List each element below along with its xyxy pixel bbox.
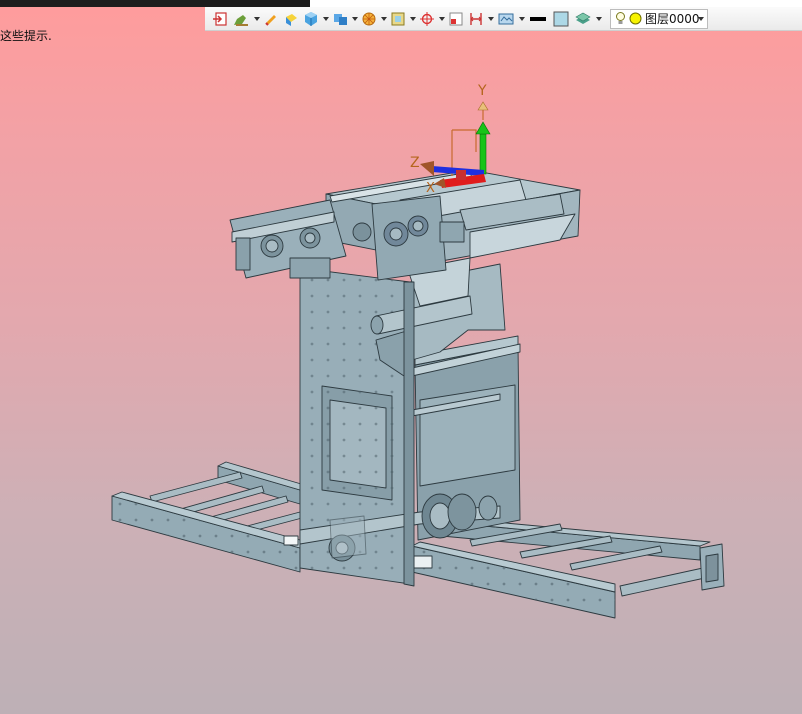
base-label-plate <box>283 535 299 546</box>
tower-edge <box>403 281 415 587</box>
axis-label-y: Y <box>477 83 487 99</box>
left-drive-unit <box>229 199 347 279</box>
right-end-bracket <box>699 543 725 591</box>
axis-label-z: Z <box>410 155 420 171</box>
machine-model[interactable] <box>111 169 725 626</box>
axis-label-x: X <box>426 181 435 196</box>
base-rail-front-left <box>111 491 301 573</box>
base-rail-front-right <box>411 541 616 619</box>
axis-y-arrow <box>479 133 487 175</box>
model-viewport[interactable]: Y Z X <box>0 0 802 714</box>
